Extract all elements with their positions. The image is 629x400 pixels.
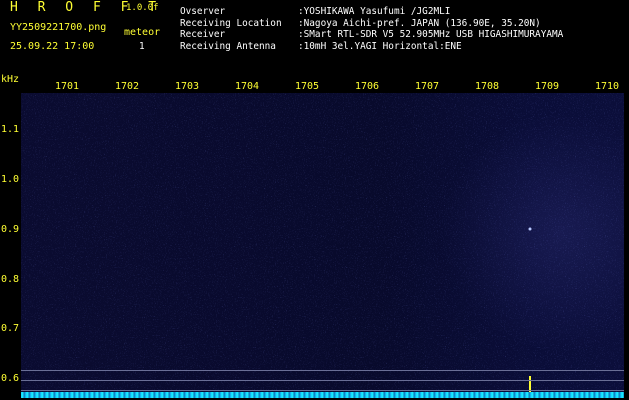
receiver-value: :SMart RTL-SDR V5 52.905MHz USB HIGASHIM… (298, 29, 564, 40)
ytick-0-6: 0.6 (1, 373, 20, 384)
observer-value: :YOSHIKAWA Yasufumi /JG2MLI (298, 6, 451, 17)
antenna-value: :10mH 3el.YAGI Horizontal:ENE (298, 40, 462, 52)
filename-label: YY2509221700.png (10, 22, 107, 33)
xtick-1709: 1709 (535, 81, 560, 92)
xtick-1707: 1707 (415, 81, 440, 92)
guide-line (21, 390, 624, 391)
observer-key: Ovserver (180, 6, 226, 17)
location-value: :Nagoya Aichi-pref. JAPAN (136.90E, 35.2… (298, 17, 541, 29)
spectrogram-noise (21, 93, 624, 398)
ytick-0-8: 0.8 (1, 274, 20, 285)
xtick-1701: 1701 (55, 81, 80, 92)
meteor-count: 1 (139, 41, 145, 52)
spectrum-fringe (21, 392, 624, 398)
xtick-1706: 1706 (355, 81, 380, 92)
receiver-key: Receiver (180, 29, 226, 40)
meteor-label: meteor (124, 27, 161, 38)
xtick-1710: 1710 (595, 81, 620, 92)
ytick-1-1: 1.1 (1, 124, 20, 135)
xtick-1708: 1708 (475, 81, 500, 92)
xtick-1704: 1704 (235, 81, 260, 92)
xtick-1705: 1705 (295, 81, 320, 92)
guide-line (21, 380, 624, 381)
guide-line (21, 370, 624, 371)
xtick-1703: 1703 (175, 81, 200, 92)
ytick-0-9: 0.9 (1, 224, 20, 235)
yaxis-unit: kHz (1, 74, 20, 85)
spectrogram-panel[interactable] (21, 93, 624, 398)
meteor-echo (528, 227, 532, 231)
ytick-0-7: 0.7 (1, 323, 20, 334)
datetime-label: 25.09.22 17:00 (10, 41, 95, 52)
version-label: 1.0.0f (126, 3, 159, 13)
location-key: Receiving Location (180, 17, 282, 29)
ytick-1-0: 1.0 (1, 174, 20, 185)
antenna-key: Receiving Antenna (180, 40, 276, 52)
xtick-1702: 1702 (115, 81, 140, 92)
